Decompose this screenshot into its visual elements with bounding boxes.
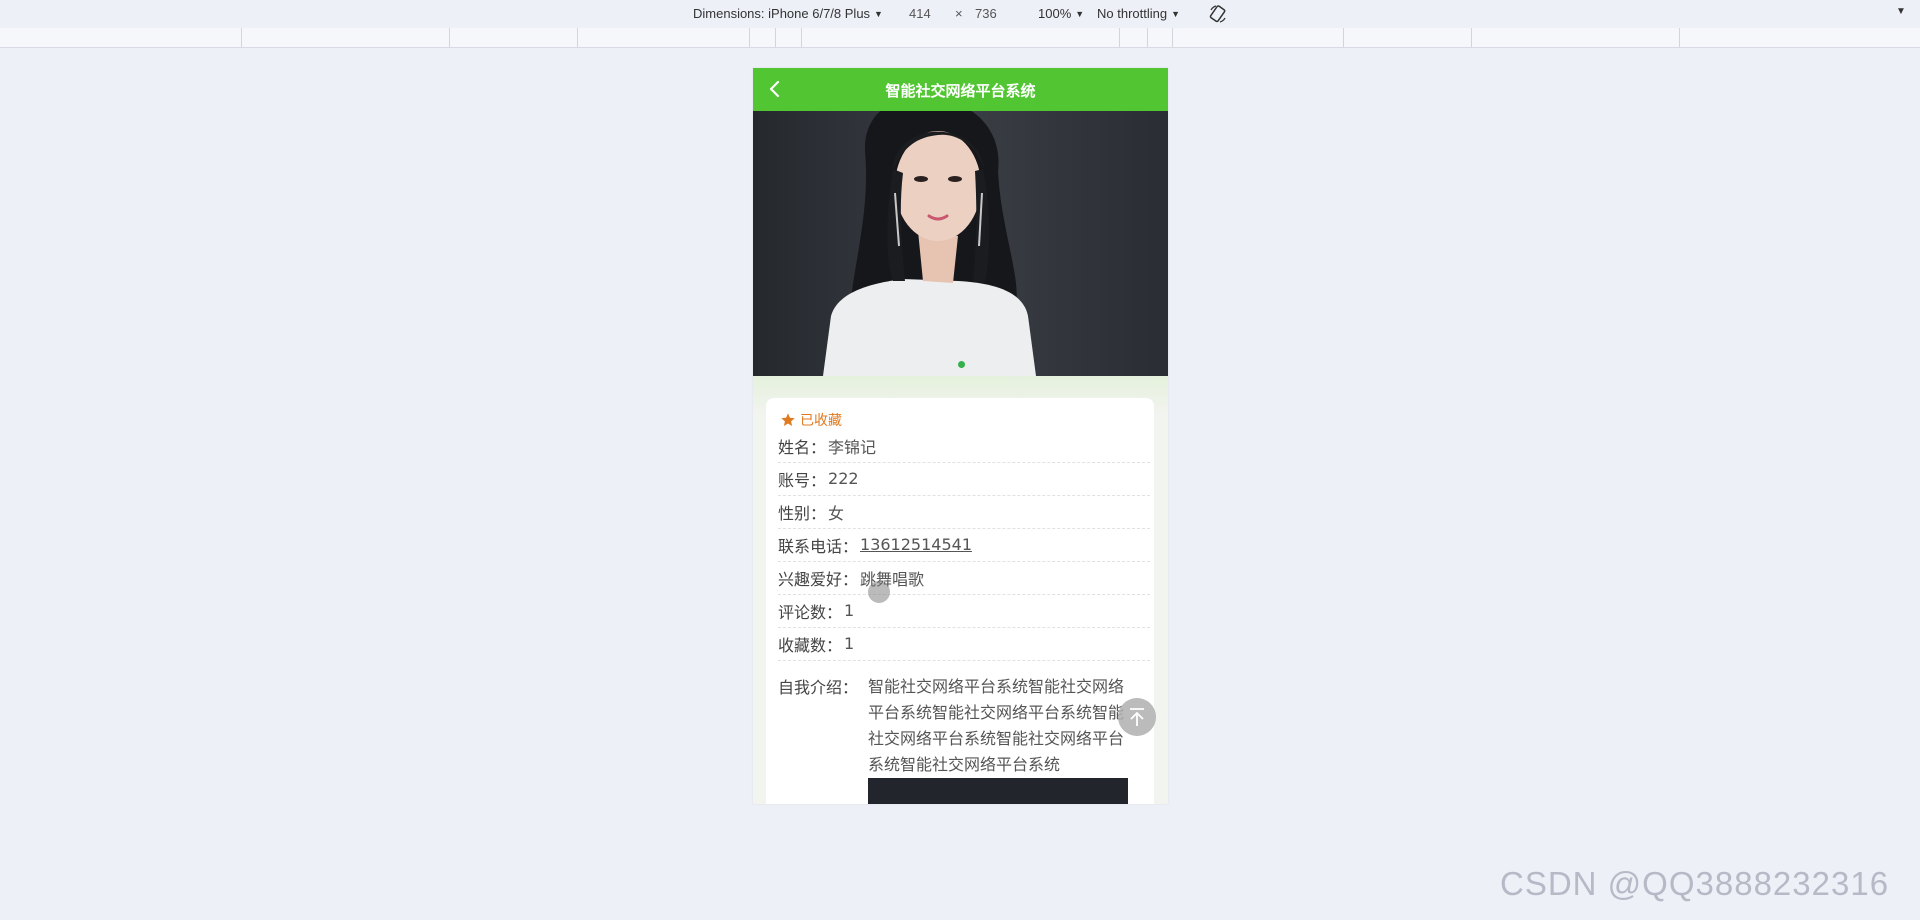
field-value: 李锦记 [828,437,877,457]
ruler-tick [775,28,776,47]
field-value: 1 [844,601,855,620]
introduction-image [868,778,1128,804]
field-account: 账号： 222 [778,462,1150,496]
app-header: 智能社交网络平台系统 [753,68,1168,111]
ruler-tick [1471,28,1472,47]
field-label: 姓名： [778,437,827,457]
throttling-label: No throttling [1097,6,1168,21]
zoom-select[interactable]: 100% ▼ [1038,6,1084,21]
field-label: 账号： [778,470,827,490]
page-title: 智能社交网络平台系统 [885,82,1036,100]
star-icon [781,413,795,426]
zoom-label: 100% [1038,6,1072,21]
field-comment-count: 评论数： 1 [778,594,1150,628]
more-options-icon[interactable]: ▼ [1896,6,1906,17]
width-field[interactable]: 414 [909,6,931,21]
ruler-tick [801,28,802,47]
device-viewport: 智能社交网络平台系统 已收藏 姓名： 李锦记 账号： 222 性别： 女 联系电… [753,68,1168,804]
field-gender: 性别： 女 [778,495,1150,529]
touch-cursor [868,581,890,603]
dropdown-arrow-icon: ▼ [1171,9,1181,19]
introduction-text: 智能社交网络平台系统智能社交网络平台系统智能社交网络平台系统智能社交网络平台系统… [868,677,1125,774]
field-label: 联系电话： [778,536,859,556]
ruler-tick [1119,28,1120,47]
height-field[interactable]: 736 [975,6,997,21]
favorite-button[interactable]: 已收藏 [780,410,842,430]
field-name: 姓名： 李锦记 [778,429,1150,463]
rotate-icon[interactable] [1208,4,1228,24]
times-symbol: × [955,6,963,21]
ruler-tick [1172,28,1173,47]
dropdown-arrow-icon: ▼ [1075,9,1085,19]
field-label: 收藏数： [778,635,843,655]
field-label: 兴趣爱好： [778,569,859,589]
ruler-tick [749,28,750,47]
profile-photo [753,111,1168,376]
field-favorite-count: 收藏数： 1 [778,627,1150,661]
throttling-select[interactable]: No throttling ▼ [1097,6,1180,21]
profile-card: 已收藏 姓名： 李锦记 账号： 222 性别： 女 联系电话： 13612514… [766,398,1154,804]
ruler-tick [1679,28,1680,47]
profile-photo-carousel[interactable] [753,111,1168,376]
phone-link[interactable]: 13612514541 [860,535,972,554]
field-value: 1 [844,634,855,653]
field-value: 222 [828,469,859,488]
csdn-watermark: CSDN @QQ3888232316 [1500,865,1890,902]
ruler-tick [1147,28,1148,47]
field-value: 女 [828,503,845,523]
field-label: 性别： [778,503,827,523]
device-select[interactable]: Dimensions: iPhone 6/7/8 Plus ▼ [693,6,883,21]
ruler-tick [241,28,242,47]
device-select-label: Dimensions: iPhone 6/7/8 Plus [693,6,871,21]
field-label: 自我介绍： [778,678,859,697]
carousel-indicator[interactable] [958,361,965,368]
profile-section: 已收藏 姓名： 李锦记 账号： 222 性别： 女 联系电话： 13612514… [753,376,1168,804]
back-to-top-button[interactable] [1118,698,1156,736]
ruler-tick [449,28,450,47]
media-query-ruler [0,28,1920,48]
field-hobbies: 兴趣爱好： 跳舞唱歌 [778,561,1150,595]
field-label: 评论数： [778,602,843,622]
ruler-tick [577,28,578,47]
devtools-toolbar: Dimensions: iPhone 6/7/8 Plus ▼ 414 × 736… [0,0,1920,29]
dropdown-arrow-icon: ▼ [874,9,883,19]
favorite-label: 已收藏 [800,413,842,429]
ruler-tick [1343,28,1344,47]
field-phone: 联系电话： 13612514541 [778,528,1150,562]
